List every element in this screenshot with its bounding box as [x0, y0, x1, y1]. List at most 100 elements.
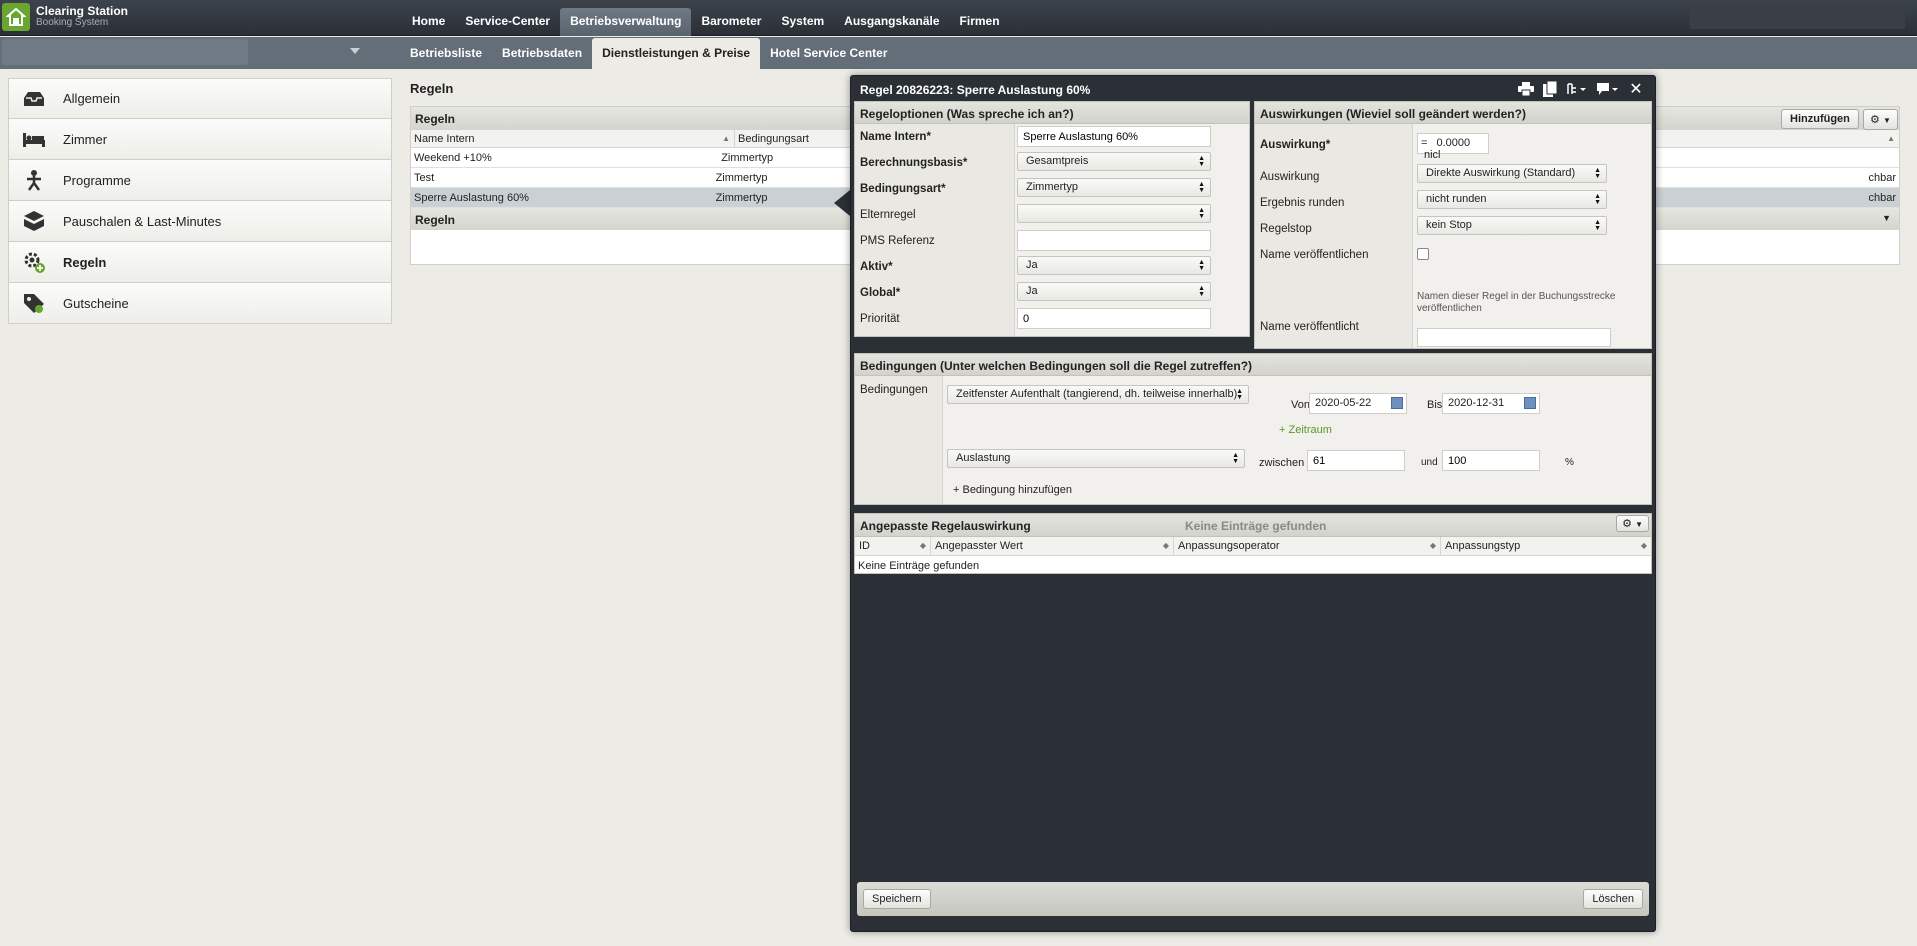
- subnav-betriebsliste[interactable]: Betriebsliste: [400, 46, 492, 69]
- sidebar-item-gutscheine[interactable]: Gutscheine: [8, 283, 392, 324]
- app-title: Clearing Station: [36, 4, 129, 18]
- column-id[interactable]: ID ◆: [855, 537, 931, 555]
- column-adjusted-value[interactable]: Angepasster Wert ◆: [931, 537, 1174, 555]
- subnav-betriebsdaten[interactable]: Betriebsdaten: [492, 46, 592, 69]
- cell-name: Weekend +10%: [414, 152, 492, 164]
- sidebar-item-zimmer[interactable]: Zimmer: [8, 119, 392, 160]
- condition-2-select[interactable]: Auslastung ▲ ▼: [947, 449, 1245, 468]
- calendar-icon[interactable]: [1524, 397, 1536, 409]
- copy-icon[interactable]: [1539, 80, 1561, 98]
- row-effect: Auswirkung Direkte Auswirkung (Standard)…: [1255, 164, 1651, 190]
- sidebar-item-label: Programme: [63, 172, 131, 188]
- column-type[interactable]: Anpassungstyp ◆: [1441, 537, 1651, 555]
- basis-select[interactable]: Gesamtpreis ▲ ▼: [1017, 152, 1211, 171]
- column-label: ID: [859, 540, 870, 552]
- adjusted-empty-row: Keine Einträge gefunden: [858, 560, 980, 572]
- chevron-down-icon[interactable]: [350, 48, 360, 54]
- to-date-input[interactable]: 2020-12-31: [1442, 393, 1540, 414]
- app-logo[interactable]: Clearing Station Booking System: [2, 3, 128, 31]
- save-button[interactable]: Speichern: [863, 889, 931, 909]
- select-value: Zeitfenster Aufenthalt (tangierend, dh. …: [956, 388, 1238, 400]
- close-icon[interactable]: ✕: [1625, 80, 1647, 98]
- select-arrows-icon: ▲ ▼: [1198, 259, 1205, 272]
- between-to-input[interactable]: [1442, 450, 1540, 471]
- select-arrows-icon: ▲ ▼: [1198, 285, 1205, 298]
- sidebar-item-programme[interactable]: Programme: [8, 160, 392, 201]
- top-search-field[interactable]: [1690, 7, 1905, 29]
- subnav-dienstleistungen[interactable]: Dienstleistungen & Preise: [592, 38, 761, 69]
- nav-home[interactable]: Home: [402, 8, 455, 36]
- name-input[interactable]: [1017, 126, 1211, 147]
- comment-menu-icon[interactable]: [1593, 80, 1623, 98]
- condtype-select[interactable]: Zimmertyp ▲ ▼: [1017, 178, 1211, 197]
- stop-select[interactable]: kein Stop ▲ ▼: [1417, 216, 1607, 235]
- column-operator[interactable]: Anpassungsoperator ◆: [1174, 537, 1441, 555]
- sort-icon: ◆: [1640, 541, 1647, 550]
- dialog-toolbar: ✕: [1513, 80, 1647, 98]
- parent-select[interactable]: ▲ ▼: [1017, 204, 1211, 223]
- condtype-label: Bedingungsart*: [860, 183, 946, 195]
- sort-icon: ◆: [1162, 541, 1169, 550]
- panel-header: Angepasste Regelauswirkung Keine Einträg…: [855, 514, 1651, 537]
- nav-barometer[interactable]: Barometer: [691, 8, 771, 36]
- print-icon[interactable]: [1515, 80, 1537, 98]
- gear-menu-button[interactable]: ⚙ ▼: [1863, 109, 1898, 130]
- calendar-icon[interactable]: [1391, 397, 1403, 409]
- add-period-link[interactable]: + Zeitraum: [1279, 424, 1332, 436]
- cell-extra: chbar: [1868, 192, 1896, 204]
- round-label: Ergebnis runden: [1260, 197, 1345, 209]
- nav-system[interactable]: System: [771, 8, 834, 36]
- column-name[interactable]: Name Intern ▲: [411, 130, 735, 147]
- adjusted-header-title: Angepasste Regelauswirkung: [860, 519, 1031, 533]
- gear-icon: ⚙: [1622, 518, 1633, 530]
- published-input[interactable]: [1417, 328, 1611, 347]
- top-bar: Clearing Station Booking System Home Ser…: [0, 0, 1917, 36]
- add-condition-link[interactable]: + Bedingung hinzufügen: [953, 484, 1072, 496]
- nav-service-center[interactable]: Service-Center: [455, 8, 560, 36]
- subtable-title: Regeln: [415, 213, 456, 227]
- select-value: Direkte Auswirkung (Standard): [1426, 167, 1576, 179]
- nav-firmen[interactable]: Firmen: [950, 8, 1010, 36]
- pms-input[interactable]: [1017, 230, 1211, 251]
- chevron-down-icon[interactable]: ▼: [1882, 213, 1891, 223]
- subnav-hotel-service-center[interactable]: Hotel Service Center: [760, 46, 897, 69]
- add-button[interactable]: Hinzufügen: [1781, 109, 1859, 129]
- nav-ausgangskanaele[interactable]: Ausgangskanäle: [834, 8, 949, 36]
- effect-select[interactable]: Direkte Auswirkung (Standard) ▲ ▼: [1417, 164, 1607, 183]
- cell-name: Test: [414, 172, 435, 184]
- select-arrows-icon: ▲ ▼: [1198, 207, 1205, 220]
- effect-value-input[interactable]: = 0.0000 nicl: [1417, 133, 1489, 161]
- house-icon: [2, 3, 30, 31]
- between-from-input[interactable]: [1307, 450, 1405, 471]
- row-publish: Name veröffentlichen: [1255, 242, 1651, 268]
- global-select[interactable]: Ja ▲ ▼: [1017, 282, 1211, 301]
- between-label: zwischen: [1259, 457, 1305, 469]
- dialog-footer: Speichern Löschen: [857, 882, 1649, 916]
- property-select[interactable]: [2, 39, 248, 65]
- round-select[interactable]: nicht runden ▲ ▼: [1417, 190, 1607, 209]
- parent-label: Elternregel: [860, 209, 916, 221]
- to-label: Bis: [1427, 399, 1443, 411]
- active-select[interactable]: Ja ▲ ▼: [1017, 256, 1211, 275]
- nav-betriebsverwaltung[interactable]: Betriebsverwaltung: [560, 8, 692, 36]
- row-condtype: Bedingungsart* Zimmertyp ▲ ▼: [855, 176, 1249, 202]
- adjusted-effects-panel: Angepasste Regelauswirkung Keine Einträg…: [854, 513, 1652, 574]
- priority-input[interactable]: [1017, 308, 1211, 329]
- adjusted-table-columns: ID ◆ Angepasster Wert ◆ Anpassungsoperator…: [855, 537, 1651, 556]
- sidebar-item-regeln[interactable]: Regeln: [8, 242, 392, 283]
- sidebar-item-pauschalen[interactable]: Pauschalen & Last-Minutes: [8, 201, 392, 242]
- condition-1-select[interactable]: Zeitfenster Aufenthalt (tangierend, dh. …: [947, 385, 1249, 404]
- history-menu-icon[interactable]: [1563, 80, 1591, 98]
- to-date-value: 2020-12-31: [1448, 397, 1505, 409]
- sidebar-item-allgemein[interactable]: Allgemein: [8, 78, 392, 119]
- chevron-down-icon: ▼: [1882, 116, 1891, 125]
- sidebar-item-label: Regeln: [63, 254, 107, 270]
- effect-operator: =: [1421, 137, 1428, 149]
- delete-button[interactable]: Löschen: [1583, 889, 1643, 909]
- sidebar-item-label: Zimmer: [63, 131, 108, 147]
- effect-unit: nicl: [1424, 149, 1441, 161]
- table-title: Regeln: [415, 112, 456, 126]
- publish-checkbox[interactable]: [1417, 248, 1429, 260]
- gear-menu-button[interactable]: ⚙ ▼: [1616, 515, 1649, 532]
- from-date-input[interactable]: 2020-05-22: [1309, 393, 1407, 414]
